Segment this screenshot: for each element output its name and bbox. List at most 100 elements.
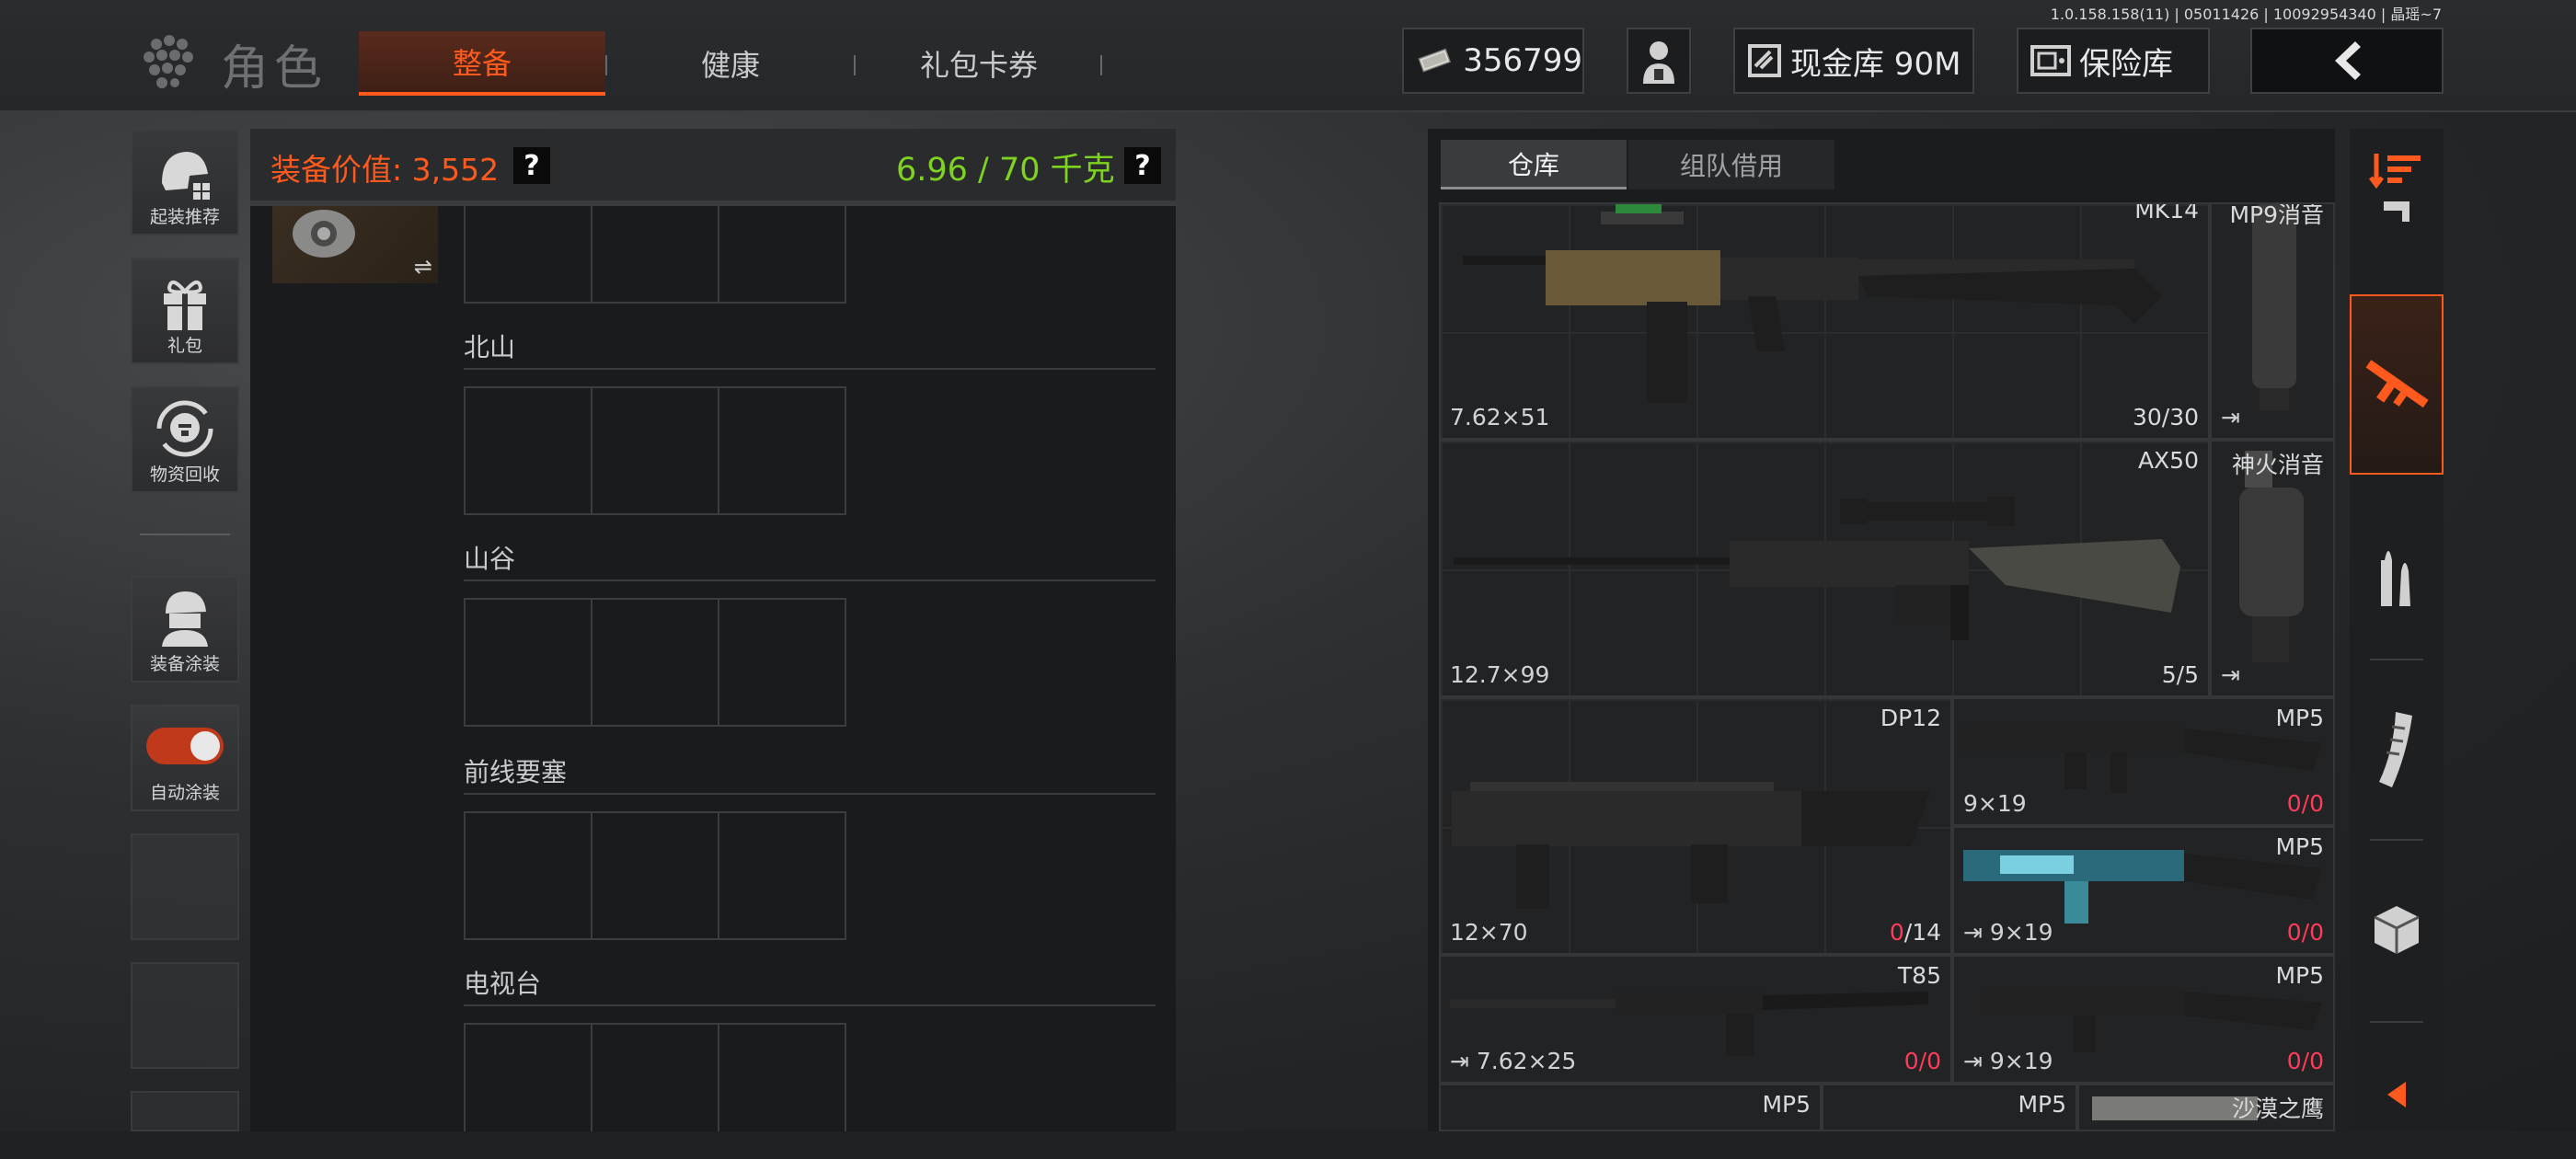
weapon-caliber: 9×19 bbox=[1963, 790, 2027, 817]
agent-icon bbox=[1643, 41, 1674, 84]
helmet-icon bbox=[162, 152, 210, 200]
category-divider bbox=[2370, 1021, 2423, 1023]
category-backpack[interactable] bbox=[2350, 193, 2444, 230]
map-section-label: 电视台 bbox=[464, 969, 542, 999]
weapon-name: MP5 bbox=[2275, 705, 2324, 731]
weapon-caliber: ⇥ 9×19 bbox=[1963, 1048, 2053, 1074]
map-loadout-grid[interactable] bbox=[464, 598, 846, 727]
weapon-card[interactable]: MP5 ⇥ 9×19 0/0 bbox=[1952, 955, 2335, 1084]
map-section-label: 北山 bbox=[464, 332, 516, 362]
map-loadout-grid[interactable] bbox=[464, 386, 846, 515]
sidebar-item-label: 装备涂装 bbox=[149, 654, 220, 674]
sidebar-empty-slot bbox=[131, 1091, 239, 1131]
rifle-icon bbox=[1463, 204, 2162, 403]
vault-card-icon bbox=[1748, 44, 1781, 77]
attachment-card[interactable]: 神火消音 ⇥ bbox=[2210, 440, 2335, 697]
sniper-rifle-icon bbox=[1454, 497, 2180, 640]
rifle-icon bbox=[2365, 360, 2429, 408]
collapse-button[interactable] bbox=[2350, 1058, 2444, 1131]
map-section-label: 前线要塞 bbox=[464, 757, 568, 787]
gift-icon bbox=[164, 281, 206, 330]
magazine-icon bbox=[2379, 712, 2412, 787]
game-logo-icon bbox=[144, 35, 193, 88]
ammo-icon bbox=[2381, 551, 2410, 606]
recycle-icon bbox=[156, 400, 213, 457]
category-divider bbox=[2370, 839, 2423, 841]
backpack-icon bbox=[2384, 201, 2409, 222]
weapon-ammo: 30/30 bbox=[2132, 404, 2199, 430]
weapon-card[interactable]: AX50 12.7×99 5/5 bbox=[1439, 440, 2210, 697]
sidebar-divider bbox=[140, 534, 230, 535]
collapse-icon bbox=[2387, 1082, 2406, 1107]
soldier-icon bbox=[162, 591, 208, 647]
equipped-item-slot[interactable]: ⇌ bbox=[272, 202, 438, 283]
sidebar-item-label: 起装推荐 bbox=[149, 207, 220, 227]
weapon-caliber: 12.7×99 bbox=[1450, 661, 1550, 688]
safe-box-button[interactable]: 保险库 bbox=[2017, 28, 2210, 94]
weight-indicator: 6.96 / 70 千克 bbox=[896, 152, 1115, 189]
weapon-name: DP12 bbox=[1880, 705, 1941, 731]
section-divider bbox=[464, 580, 1156, 581]
section-divider bbox=[464, 1004, 1156, 1006]
sidebar-item-skin[interactable]: 装备涂装 bbox=[131, 576, 239, 683]
weapon-caliber: 7.62×51 bbox=[1450, 404, 1550, 430]
sidebar-item-recycle[interactable]: 物资回收 bbox=[131, 386, 239, 493]
weight-help-button[interactable]: ? bbox=[1124, 147, 1161, 184]
weapon-caliber: 12×70 bbox=[1450, 919, 1528, 946]
category-ammo[interactable] bbox=[2350, 488, 2444, 662]
sidebar-item-label: 礼包 bbox=[167, 336, 202, 356]
weapon-card[interactable]: DP12 12×70 0/14 bbox=[1439, 697, 1952, 955]
tab-gift-cards[interactable]: 礼包卡券 bbox=[856, 31, 1102, 96]
weapon-card[interactable]: MP5 ⇥ 9×19 0/0 bbox=[1952, 826, 2335, 955]
tab-health[interactable]: 健康 bbox=[607, 31, 854, 96]
weapon-card[interactable]: MP5 bbox=[1439, 1084, 1822, 1131]
currency-display[interactable]: 356799 bbox=[1402, 28, 1584, 94]
back-arrow-icon bbox=[2335, 41, 2361, 80]
auto-skin-toggle[interactable] bbox=[146, 728, 224, 764]
tab-divider bbox=[1100, 55, 1102, 75]
sidebar-item-label: 自动涂装 bbox=[149, 783, 220, 803]
category-magazine[interactable] bbox=[2350, 662, 2444, 837]
weapon-ammo: 0/0 bbox=[2286, 919, 2324, 946]
support-button[interactable] bbox=[1627, 28, 1691, 94]
crate-icon bbox=[2374, 906, 2420, 954]
safe-box-label: 保险库 bbox=[2079, 45, 2173, 83]
map-loadout-grid[interactable] bbox=[464, 1023, 846, 1131]
sidebar-item-recommend[interactable]: 起装推荐 bbox=[131, 129, 239, 235]
tab-warehouse[interactable]: 仓库 bbox=[1441, 140, 1627, 189]
page-title: 角色 bbox=[221, 41, 328, 97]
weapon-name: MP5 bbox=[1762, 1091, 1811, 1118]
weapon-name: MP5 bbox=[2018, 1091, 2066, 1118]
category-divider bbox=[2370, 659, 2423, 660]
weapon-ammo: 0/0 bbox=[2286, 790, 2324, 817]
weapon-card[interactable]: T85 ⇥ 7.62×25 0/0 bbox=[1439, 955, 1952, 1084]
cash-vault-label: 现金库 90M bbox=[1790, 45, 1961, 83]
weapon-card[interactable]: 沙漠之鹰 bbox=[2077, 1084, 2335, 1131]
safe-icon bbox=[2030, 45, 2071, 76]
sort-icon bbox=[2369, 154, 2421, 189]
back-button[interactable] bbox=[2250, 28, 2444, 94]
weapon-ammo: 0/0 bbox=[1903, 1048, 1941, 1074]
section-divider bbox=[464, 368, 1156, 370]
tab-team-borrow[interactable]: 组队借用 bbox=[1628, 140, 1834, 189]
weapon-ammo: 5/5 bbox=[2161, 661, 2199, 688]
weapon-caliber: ⇥ 7.62×25 bbox=[1450, 1048, 1577, 1074]
weapon-card[interactable]: MP5 9×19 0/0 bbox=[1952, 697, 2335, 826]
category-crate[interactable] bbox=[2350, 843, 2444, 1017]
map-loadout-grid[interactable] bbox=[464, 811, 846, 940]
tab-loadout[interactable]: 整备 bbox=[359, 31, 605, 96]
cash-vault-button[interactable]: 现金库 90M bbox=[1733, 28, 1974, 94]
weapon-card[interactable]: MP5 bbox=[1822, 1084, 2077, 1131]
category-rifle[interactable] bbox=[2350, 294, 2444, 475]
section-divider bbox=[464, 793, 1156, 795]
weapon-caliber: ⇥ 9×19 bbox=[1963, 919, 2053, 946]
sidebar-item-auto-skin[interactable]: 自动涂装 bbox=[131, 705, 239, 811]
attachment-card[interactable]: MP9消音 ⇥ bbox=[2210, 202, 2335, 440]
weapon-name: MP5 bbox=[2275, 833, 2324, 860]
sidebar-item-gift[interactable]: 礼包 bbox=[131, 258, 239, 364]
swap-icon[interactable]: ⇌ bbox=[414, 254, 432, 280]
weapon-name: MP5 bbox=[2275, 962, 2324, 989]
weapon-card[interactable]: MK14 7.62×51 30/30 bbox=[1439, 202, 2210, 440]
attachment-name: 神火消音 bbox=[2231, 452, 2324, 478]
value-help-button[interactable]: ? bbox=[513, 147, 550, 184]
